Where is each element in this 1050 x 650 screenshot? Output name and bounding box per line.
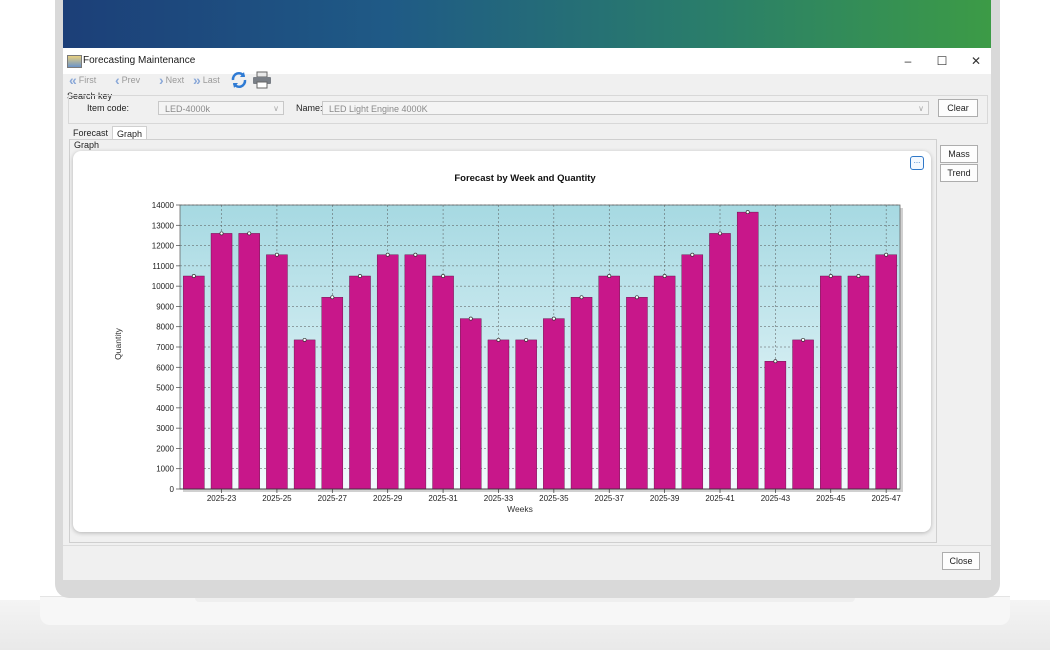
chart-title: Forecast by Week and Quantity: [454, 173, 596, 184]
item-code-label: Item code:: [87, 103, 130, 113]
last-icon: »: [193, 72, 201, 88]
close-button[interactable]: Close: [942, 552, 980, 570]
prev-button[interactable]: ‹ Prev: [115, 72, 140, 88]
refresh-icon[interactable]: [230, 71, 248, 89]
name-label: Name:: [296, 103, 323, 113]
clear-button[interactable]: Clear: [938, 99, 978, 117]
item-code-value: LED-4000k: [165, 104, 211, 114]
first-icon: «: [69, 72, 77, 88]
tab-forecast[interactable]: Forecast: [69, 126, 112, 140]
clear-label: Clear: [947, 103, 969, 113]
chart-card: [73, 151, 931, 532]
footer-divider: [63, 545, 991, 546]
laptop-screen: Forecasting Maintenance – ☐ ✕ «First ‹ Pr…: [63, 0, 991, 580]
graph-group-label: Graph: [74, 140, 100, 150]
next-icon: ›: [159, 72, 164, 88]
chart-options-button[interactable]: ...: [910, 156, 924, 170]
mass-button[interactable]: Mass: [940, 145, 978, 163]
minimize-button[interactable]: –: [895, 52, 921, 70]
tab-strip: Forecast Graph: [69, 126, 148, 140]
first-button[interactable]: «First: [69, 72, 96, 88]
last-button[interactable]: » Last: [193, 72, 220, 88]
header-banner: [63, 0, 991, 48]
next-label: Next: [165, 75, 185, 85]
prev-label: Prev: [121, 75, 141, 85]
window-titlebar: [63, 48, 991, 74]
maximize-button[interactable]: ☐: [929, 52, 955, 70]
name-select[interactable]: LED Light Engine 4000K ∨: [322, 101, 929, 115]
close-label: Close: [949, 556, 973, 566]
mass-label: Mass: [948, 149, 970, 159]
close-window-button[interactable]: ✕: [963, 52, 989, 70]
first-label: First: [78, 75, 97, 85]
name-value: LED Light Engine 4000K: [329, 104, 428, 114]
chevron-down-icon: ∨: [918, 104, 924, 113]
item-code-select[interactable]: LED-4000k ∨: [158, 101, 284, 115]
prev-icon: ‹: [115, 72, 120, 88]
tab-graph[interactable]: Graph: [112, 126, 148, 140]
window-title: Forecasting Maintenance: [83, 55, 196, 66]
next-button[interactable]: › Next: [159, 72, 184, 88]
chevron-down-icon: ∨: [273, 104, 279, 113]
print-icon[interactable]: [252, 71, 272, 89]
app-icon: [67, 55, 82, 68]
last-label: Last: [202, 75, 220, 85]
